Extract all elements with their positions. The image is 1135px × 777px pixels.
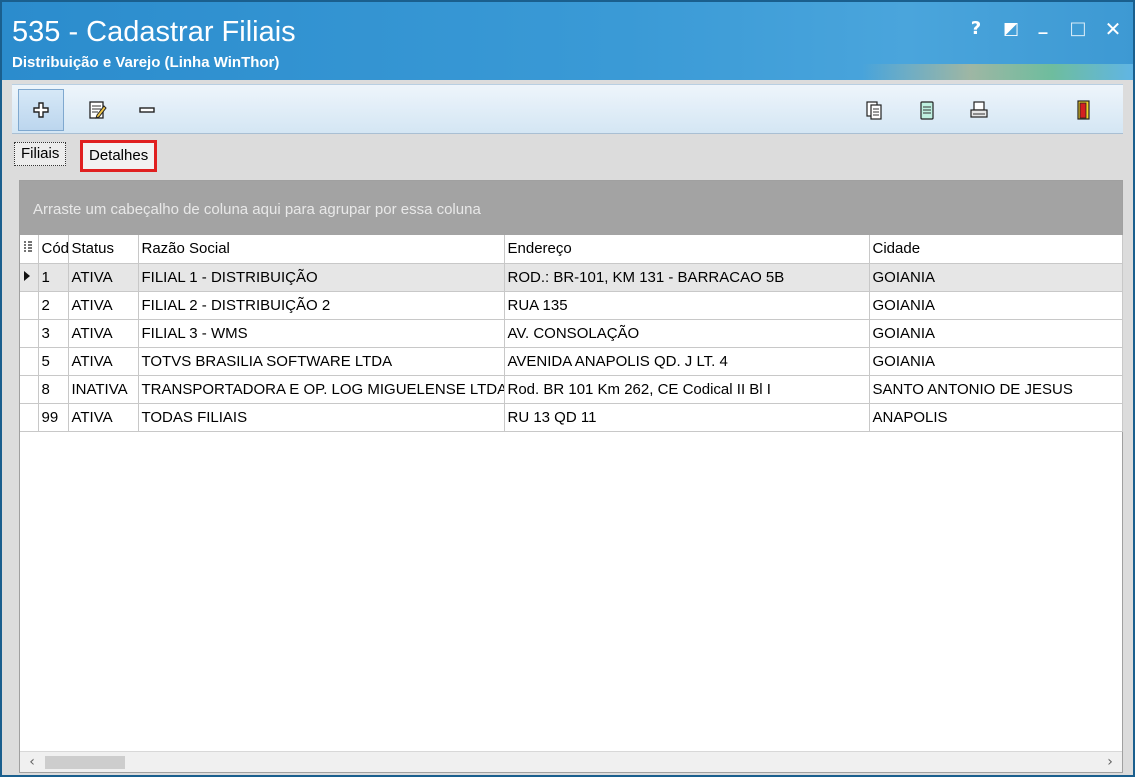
edit-button[interactable]: [74, 89, 120, 131]
copy-pages-icon: [866, 101, 882, 120]
row-indicator: [20, 403, 39, 432]
cell-cidade[interactable]: GOIANIA: [869, 319, 1123, 348]
table-header-row: Cód Status Razão Social Endereço Cidade: [20, 235, 1123, 264]
column-header-cod[interactable]: Cód: [38, 235, 69, 264]
cell-cod[interactable]: 99: [38, 403, 69, 432]
restore-button[interactable]: ◩: [998, 16, 1024, 42]
column-chooser-icon[interactable]: [20, 235, 39, 264]
app-window: 535 - Cadastrar Filiais Distribuição e V…: [0, 0, 1135, 777]
cell-endereco[interactable]: RUA 135: [504, 291, 870, 320]
cell-razao-social[interactable]: FILIAL 1 - DISTRIBUIÇÃO: [138, 263, 505, 292]
window-subtitle: Distribuição e Varejo (Linha WinThor): [12, 54, 280, 71]
edit-document-icon: [89, 101, 107, 119]
cell-endereco[interactable]: AVENIDA ANAPOLIS QD. J LT. 4: [504, 347, 870, 376]
cell-cod[interactable]: 1: [38, 263, 69, 292]
table-row[interactable]: 1 ATIVA FILIAL 1 - DISTRIBUIÇÃO ROD.: BR…: [20, 263, 1123, 292]
help-button[interactable]: ?: [963, 16, 989, 42]
exit-button[interactable]: [1060, 89, 1106, 131]
notepad-icon: [920, 101, 934, 120]
scroll-left-icon[interactable]: ‹: [22, 752, 42, 773]
cell-razao-social[interactable]: FILIAL 2 - DISTRIBUIÇÃO 2: [138, 291, 505, 320]
cell-cidade[interactable]: GOIANIA: [869, 263, 1123, 292]
cell-status[interactable]: ATIVA: [68, 319, 139, 348]
scroll-right-icon[interactable]: ›: [1100, 752, 1120, 773]
cell-status[interactable]: ATIVA: [68, 403, 139, 432]
cell-status[interactable]: ATIVA: [68, 291, 139, 320]
row-indicator: [20, 319, 39, 348]
column-header-cidade[interactable]: Cidade: [869, 235, 1123, 264]
tab-filiais[interactable]: Filiais: [14, 142, 67, 166]
cell-razao-social[interactable]: TODAS FILIAIS: [138, 403, 505, 432]
table-row[interactable]: 8 INATIVA TRANSPORTADORA E OP. LOG MIGUE…: [20, 375, 1123, 404]
table-row[interactable]: 2 ATIVA FILIAL 2 - DISTRIBUIÇÃO 2 RUA 13…: [20, 291, 1123, 320]
cell-cidade[interactable]: GOIANIA: [869, 347, 1123, 376]
column-header-razao-social[interactable]: Razão Social: [138, 235, 505, 264]
print-button[interactable]: [956, 89, 1002, 131]
cell-cidade[interactable]: GOIANIA: [869, 291, 1123, 320]
group-by-area[interactable]: Arraste um cabeçalho de coluna aqui para…: [20, 181, 1122, 235]
row-indicator: [20, 375, 39, 404]
add-button[interactable]: [18, 89, 64, 131]
table-row[interactable]: 5 ATIVA TOTVS BRASILIA SOFTWARE LTDA AVE…: [20, 347, 1123, 376]
scrollbar-thumb[interactable]: [45, 756, 125, 769]
toolbar: [12, 84, 1123, 134]
horizontal-scrollbar[interactable]: ‹ ›: [20, 751, 1122, 772]
cell-razao-social[interactable]: FILIAL 3 - WMS: [138, 319, 505, 348]
cell-cod[interactable]: 2: [38, 291, 69, 320]
minimize-button[interactable]: _: [1030, 12, 1056, 38]
copy-button[interactable]: [852, 89, 898, 131]
filiais-table: Cód Status Razão Social Endereço Cidade …: [20, 235, 1123, 432]
cell-status[interactable]: INATIVA: [68, 375, 139, 404]
notepad-button[interactable]: [904, 89, 950, 131]
table-row[interactable]: 3 ATIVA FILIAL 3 - WMS AV. CONSOLAÇÃO GO…: [20, 319, 1123, 348]
filiais-grid-panel: Arraste um cabeçalho de coluna aqui para…: [19, 180, 1123, 773]
remove-icon: [139, 107, 155, 113]
table-row[interactable]: 99 ATIVA TODAS FILIAIS RU 13 QD 11 ANAPO…: [20, 403, 1123, 432]
add-icon: [33, 102, 49, 118]
tab-detalhes[interactable]: Detalhes: [80, 140, 158, 172]
cell-endereco[interactable]: AV. CONSOLAÇÃO: [504, 319, 870, 348]
column-header-status[interactable]: Status: [68, 235, 139, 264]
maximize-button[interactable]: □: [1065, 16, 1091, 42]
title-bar-decoration: [862, 64, 1133, 80]
cell-cod[interactable]: 8: [38, 375, 69, 404]
cell-cod[interactable]: 5: [38, 347, 69, 376]
window-title: 535 - Cadastrar Filiais: [12, 16, 296, 48]
row-indicator: [20, 347, 39, 376]
print-icon: [970, 101, 988, 118]
cell-status[interactable]: ATIVA: [68, 347, 139, 376]
cell-endereco[interactable]: ROD.: BR-101, KM 131 - BARRACAO 5B: [504, 263, 870, 292]
group-by-hint: Arraste um cabeçalho de coluna aqui para…: [33, 201, 481, 218]
cell-razao-social[interactable]: TRANSPORTADORA E OP. LOG MIGUELENSE LTDA: [138, 375, 505, 404]
cell-endereco[interactable]: RU 13 QD 11: [504, 403, 870, 432]
remove-button[interactable]: [124, 89, 170, 131]
tab-strip: Filiais Detalhes: [12, 136, 1123, 174]
cell-cod[interactable]: 3: [38, 319, 69, 348]
row-indicator: [20, 291, 39, 320]
title-bar: 535 - Cadastrar Filiais Distribuição e V…: [2, 2, 1133, 80]
cell-endereco[interactable]: Rod. BR 101 Km 262, CE Codical II Bl I: [504, 375, 870, 404]
column-header-endereco[interactable]: Endereço: [504, 235, 870, 264]
current-row-arrow-icon: [20, 263, 39, 292]
cell-status[interactable]: ATIVA: [68, 263, 139, 292]
close-button[interactable]: ✕: [1100, 16, 1126, 42]
cell-cidade[interactable]: ANAPOLIS: [869, 403, 1123, 432]
cell-razao-social[interactable]: TOTVS BRASILIA SOFTWARE LTDA: [138, 347, 505, 376]
exit-door-icon: [1077, 100, 1090, 120]
cell-cidade[interactable]: SANTO ANTONIO DE JESUS: [869, 375, 1123, 404]
